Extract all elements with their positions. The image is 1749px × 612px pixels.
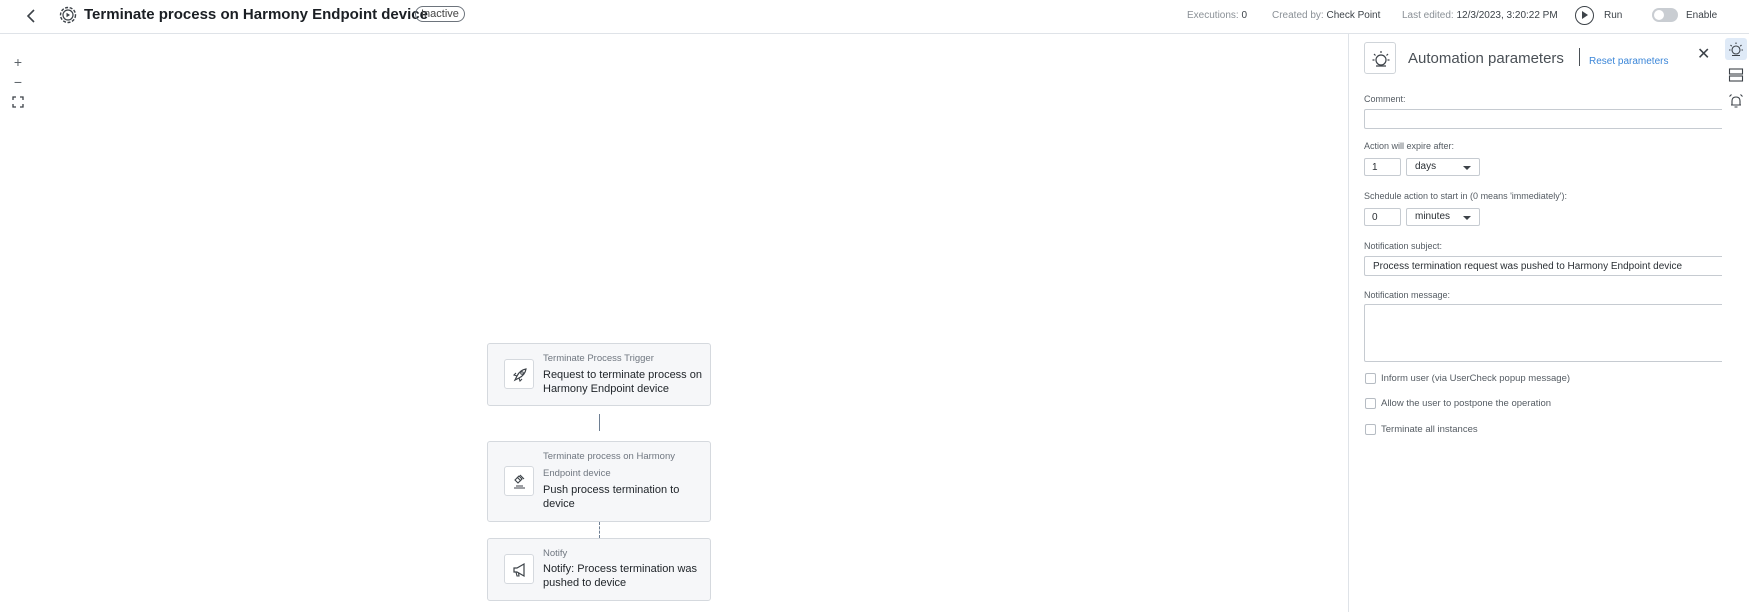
automation-parameters-panel: Automation parameters Reset parameters ✕… <box>1348 34 1724 612</box>
schedule-value-input[interactable]: 0 <box>1364 208 1401 226</box>
panel-title: Automation parameters <box>1408 50 1564 67</box>
node-type-label: Terminate Process Trigger <box>543 353 654 364</box>
top-bar: Terminate process on Harmony Endpoint de… <box>0 0 1749 34</box>
workflow-node-notify[interactable]: Notify Notify: Process termination was p… <box>487 538 711 601</box>
terminate-all-label: Terminate all instances <box>1381 424 1478 435</box>
subject-label: Notification subject: <box>1364 241 1443 251</box>
executions-value: 0 <box>1241 10 1248 21</box>
schedule-unit-select[interactable]: minutes <box>1406 208 1480 226</box>
node-type-label: Notify <box>543 548 568 559</box>
workflow-node-terminate-process[interactable]: Terminate process on Harmony Endpoint de… <box>487 441 711 522</box>
connector-line <box>599 414 600 431</box>
fit-screen-icon <box>12 96 24 108</box>
connector-line <box>599 522 600 538</box>
automation-gear-icon <box>57 4 79 26</box>
comment-label: Comment: <box>1364 94 1406 104</box>
node-description: Push process termination to device <box>543 484 680 510</box>
layout-tab-icon[interactable] <box>1725 64 1747 86</box>
executions-label: Executions: <box>1187 10 1239 21</box>
created-by-value: Check Point <box>1326 10 1381 21</box>
run-play-icon[interactable] <box>1575 6 1594 25</box>
enable-label: Enable <box>1686 10 1718 21</box>
message-label: Notification message: <box>1364 290 1451 300</box>
title-divider <box>1579 48 1580 66</box>
close-icon[interactable]: ✕ <box>1697 44 1710 64</box>
parameters-tab-icon[interactable] <box>1725 38 1747 60</box>
comment-input[interactable] <box>1364 109 1724 129</box>
status-badge: Inactive <box>415 6 465 22</box>
created-by-info: Created by: Check Point <box>1272 10 1380 21</box>
right-icon-rail <box>1722 34 1749 612</box>
allow-postpone-checkbox[interactable] <box>1365 398 1376 409</box>
parameters-icon <box>1364 42 1396 74</box>
last-edited-info: Last edited: 12/3/2023, 3:20:22 PM <box>1402 10 1558 21</box>
run-button-label[interactable]: Run <box>1604 10 1622 21</box>
notification-message-textarea[interactable] <box>1364 304 1724 362</box>
node-description: Request to terminate process on Harmony … <box>543 369 702 395</box>
page-title: Terminate process on Harmony Endpoint de… <box>84 6 428 23</box>
inform-user-checkbox[interactable] <box>1365 373 1376 384</box>
schedule-label: Schedule action to start in (0 means 'im… <box>1364 191 1568 201</box>
inform-user-label: Inform user (via UserCheck popup message… <box>1381 373 1571 384</box>
expire-unit-select[interactable]: days <box>1406 158 1480 176</box>
terminate-all-checkbox[interactable] <box>1365 424 1376 435</box>
workflow-node-trigger[interactable]: Terminate Process Trigger Request to ter… <box>487 343 711 406</box>
last-edited-label: Last edited: <box>1402 10 1454 21</box>
node-description: Notify: Process termination was pushed t… <box>543 563 698 589</box>
rocket-icon <box>504 359 534 389</box>
fit-screen-button[interactable] <box>8 93 28 111</box>
megaphone-icon <box>504 554 534 584</box>
last-edited-value: 12/3/2023, 3:20:22 PM <box>1456 10 1558 21</box>
notification-subject-input[interactable]: Process termination request was pushed t… <box>1364 256 1724 276</box>
node-type-label: Terminate process on Harmony Endpoint de… <box>543 451 675 479</box>
expire-value-input[interactable]: 1 <box>1364 158 1401 176</box>
alarm-tab-icon[interactable] <box>1725 90 1747 112</box>
reset-parameters-link[interactable]: Reset parameters <box>1589 56 1668 67</box>
gavel-icon <box>504 466 534 496</box>
allow-postpone-label: Allow the user to postpone the operation <box>1381 398 1552 409</box>
zoom-out-button[interactable]: − <box>8 73 28 91</box>
expire-label: Action will expire after: <box>1364 141 1455 151</box>
zoom-in-button[interactable]: + <box>8 53 28 71</box>
created-by-label: Created by: <box>1272 10 1324 21</box>
back-arrow-icon[interactable] <box>22 6 42 26</box>
executions-info: Executions: 0 <box>1187 10 1247 21</box>
enable-toggle[interactable] <box>1652 8 1678 22</box>
